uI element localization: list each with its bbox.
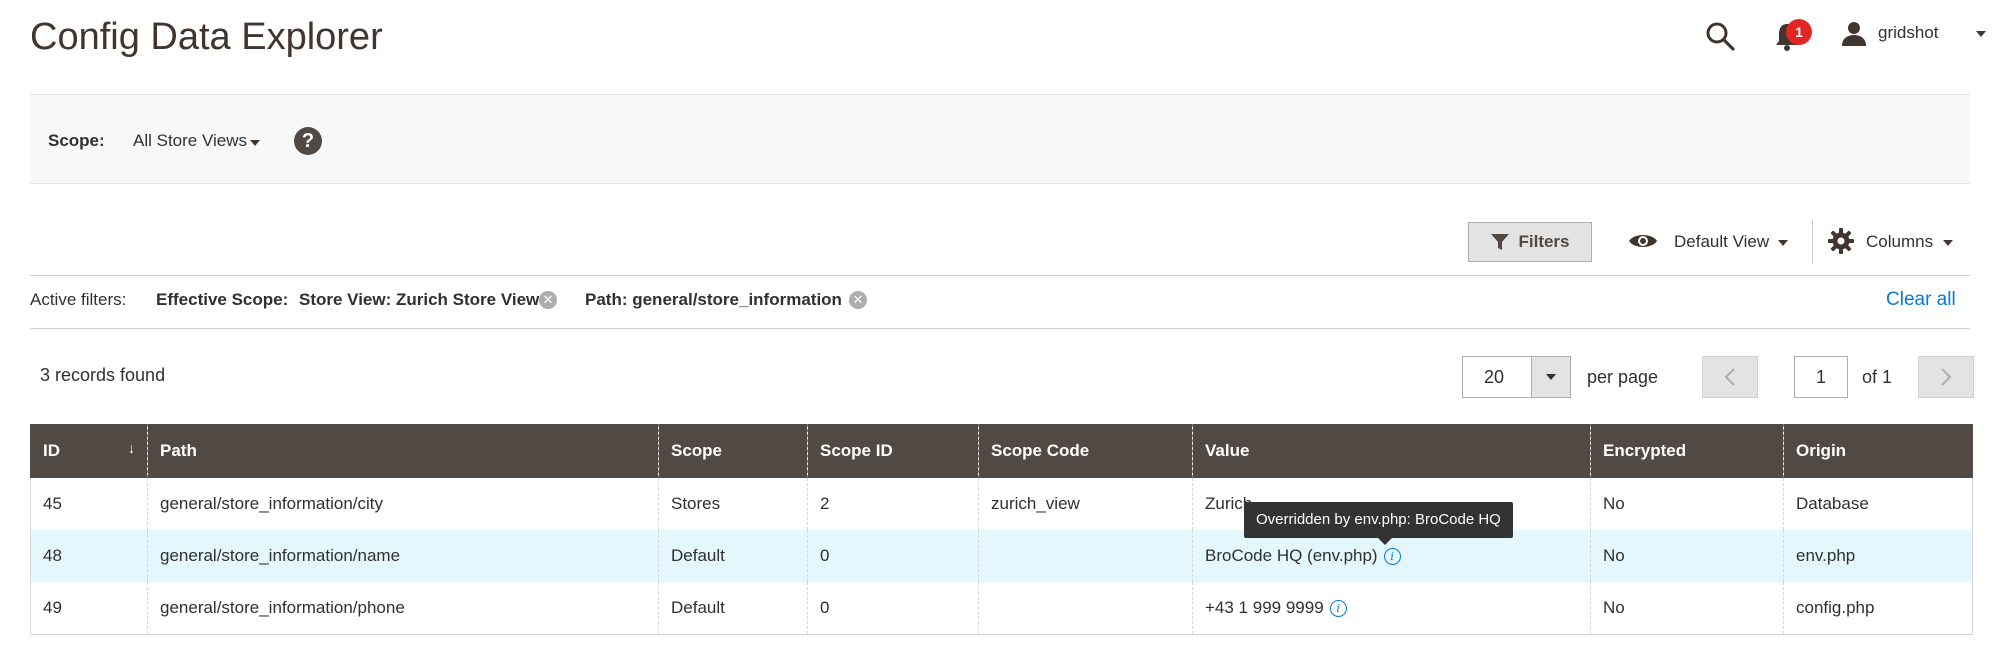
config-data-table: ID ↓ Path Scope Scope ID Scope Code Valu… [30, 424, 1973, 635]
user-icon[interactable] [1840, 19, 1868, 47]
cell-id: 49 [30, 582, 148, 635]
chevron-down-icon [1546, 374, 1556, 380]
search-icon[interactable] [1704, 20, 1736, 52]
chevron-down-icon[interactable] [1976, 31, 1986, 37]
info-icon[interactable]: i [1383, 548, 1401, 566]
cell-path: general/store_information/phone [147, 582, 659, 635]
per-page-value[interactable]: 20 [1484, 367, 1504, 388]
column-header-id[interactable]: ID ↓ [30, 424, 148, 478]
cell-scope-code [978, 582, 1193, 635]
cell-value: +43 1 999 9999 i [1192, 582, 1591, 635]
filter-chip-path: Path: general/store_information [585, 290, 842, 309]
cell-scope-id: 0 [807, 530, 979, 582]
cell-scope-code: zurich_view [978, 478, 1193, 530]
column-header-scope-id[interactable]: Scope ID [807, 424, 979, 478]
gear-icon[interactable] [1828, 228, 1854, 254]
page-title: Config Data Explorer [30, 16, 383, 58]
cell-path: general/store_information/city [147, 478, 659, 530]
filter-chip-scope: Store View: Zurich Store View [299, 290, 540, 309]
cell-scope-code [978, 530, 1193, 582]
divider [30, 328, 1970, 329]
filter-chip-label: Effective Scope: [156, 290, 289, 309]
clear-all-link[interactable]: Clear all [1886, 289, 1956, 311]
records-count: 3 records found [40, 365, 166, 385]
cell-path: general/store_information/name [147, 530, 659, 582]
cell-value-text: +43 1 999 9999 [1205, 598, 1324, 617]
cell-scope: Default [658, 530, 808, 582]
sort-arrow-icon: ↓ [128, 440, 135, 456]
help-icon[interactable]: ? [294, 127, 322, 155]
page-number-input[interactable]: 1 [1794, 356, 1848, 398]
active-filters-label: Active filters: [30, 290, 127, 309]
per-page-label: per page [1587, 367, 1659, 387]
value-tooltip: Overridden by env.php: BroCode HQ [1244, 502, 1513, 538]
table-row[interactable]: 49 general/store_information/phone Defau… [30, 582, 1973, 635]
column-header-value[interactable]: Value [1192, 424, 1591, 478]
previous-page-button[interactable] [1702, 356, 1758, 398]
info-icon[interactable]: i [1329, 600, 1347, 618]
chevron-down-icon[interactable] [1778, 240, 1788, 246]
column-header-label: ID [43, 441, 60, 460]
divider [30, 275, 1970, 276]
cell-encrypted: No [1590, 582, 1784, 635]
column-header-scope-code[interactable]: Scope Code [978, 424, 1193, 478]
table-header-row: ID ↓ Path Scope Scope ID Scope Code Valu… [30, 424, 1973, 478]
columns-button[interactable]: Columns [1866, 232, 1933, 252]
next-page-button[interactable] [1918, 356, 1974, 398]
filters-label: Filters [1518, 232, 1570, 251]
filter-icon [1491, 234, 1510, 250]
column-header-path[interactable]: Path [147, 424, 659, 478]
cell-encrypted: No [1590, 530, 1784, 582]
per-page-toggle[interactable] [1531, 356, 1571, 398]
scope-switcher[interactable]: All Store Views [133, 131, 247, 151]
chevron-left-icon [1724, 368, 1735, 386]
eye-icon[interactable] [1628, 230, 1658, 252]
scope-label: Scope: [48, 131, 105, 150]
tooltip-arrow [1378, 538, 1392, 545]
chevron-down-icon[interactable] [250, 140, 260, 146]
cell-origin: Database [1783, 478, 1973, 530]
total-pages-label: of 1 [1862, 367, 1893, 387]
cell-scope: Default [658, 582, 808, 635]
cell-id: 45 [30, 478, 148, 530]
cell-scope-id: 2 [807, 478, 979, 530]
cell-scope-id: 0 [807, 582, 979, 635]
remove-filter-icon[interactable]: ✕ [539, 291, 557, 309]
column-header-origin[interactable]: Origin [1783, 424, 1973, 478]
cell-encrypted: No [1590, 478, 1784, 530]
table-row[interactable]: 48 general/store_information/name Defaul… [30, 530, 1973, 582]
cell-origin: config.php [1783, 582, 1973, 635]
cell-value-text: BroCode HQ (env.php) [1205, 546, 1378, 565]
remove-filter-icon[interactable]: ✕ [849, 291, 867, 309]
column-header-encrypted[interactable]: Encrypted [1590, 424, 1784, 478]
cell-id: 48 [30, 530, 148, 582]
username-label[interactable]: gridshot [1878, 23, 1938, 43]
toolbar-divider [1812, 220, 1813, 264]
view-switcher[interactable]: Default View [1674, 232, 1769, 252]
chevron-down-icon[interactable] [1943, 240, 1953, 246]
table-row[interactable]: 45 general/store_information/city Stores… [30, 478, 1973, 530]
chevron-right-icon [1941, 368, 1952, 386]
filters-button[interactable]: Filters [1468, 222, 1592, 262]
notification-badge[interactable]: 1 [1786, 19, 1812, 45]
cell-origin: env.php [1783, 530, 1973, 582]
column-header-scope[interactable]: Scope [658, 424, 808, 478]
cell-scope: Stores [658, 478, 808, 530]
